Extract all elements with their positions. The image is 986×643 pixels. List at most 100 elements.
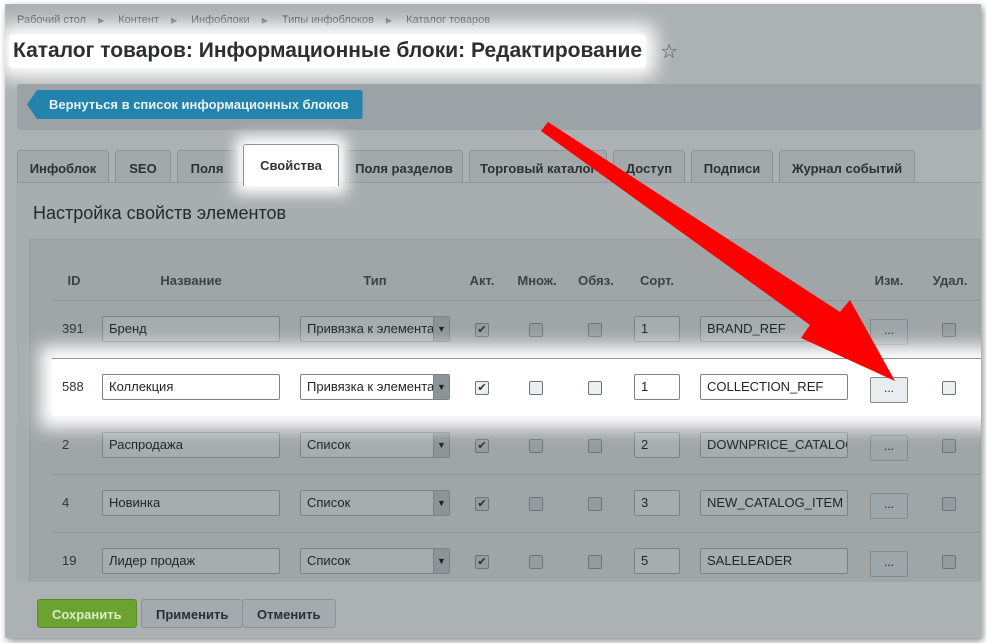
edit-property-button[interactable]: ...	[870, 319, 908, 345]
table-row: 391 Бренд Привязка к элементам ▼ ✔ 1 BRAND_REF…	[52, 300, 981, 358]
property-type-select[interactable]: Список ▼	[300, 548, 450, 574]
column-header-name: Название	[160, 273, 222, 288]
tab-5[interactable]: Торговый каталог	[469, 150, 607, 186]
active-checkbox[interactable]: ✔	[475, 497, 489, 511]
code-input[interactable]: NEW_CATALOG_ITEM	[700, 490, 848, 516]
check-icon: ✔	[477, 382, 487, 394]
breadcrumb-item[interactable]: Инфоблоки	[191, 14, 250, 26]
active-checkbox[interactable]: ✔	[475, 555, 489, 569]
row-id: 588	[62, 379, 84, 394]
sort-input[interactable]: 1	[634, 316, 680, 342]
code-input[interactable]: SALELEADER	[700, 548, 848, 574]
delete-checkbox[interactable]	[942, 439, 956, 453]
property-name-input[interactable]: Распродажа	[102, 432, 280, 458]
edit-property-button[interactable]: ...	[870, 493, 908, 519]
delete-checkbox[interactable]	[942, 497, 956, 511]
chevron-down-icon[interactable]: ▼	[433, 549, 449, 573]
tab-content: Настройка свойств элементов ID Название …	[17, 182, 981, 583]
save-button[interactable]: Сохранить	[37, 599, 137, 628]
active-checkbox[interactable]: ✔	[475, 323, 489, 337]
active-checkbox[interactable]: ✔	[475, 381, 489, 395]
multiple-checkbox[interactable]	[529, 381, 543, 395]
check-icon: ✔	[477, 556, 487, 568]
cancel-button[interactable]: Отменить	[242, 599, 336, 628]
tab-1[interactable]: SEO	[115, 150, 171, 186]
active-checkbox[interactable]: ✔	[475, 439, 489, 453]
required-checkbox[interactable]	[588, 555, 602, 569]
sort-input[interactable]: 2	[634, 432, 680, 458]
chevron-down-icon[interactable]: ▼	[433, 375, 449, 399]
row-id: 4	[62, 495, 70, 510]
breadcrumb-item[interactable]: Контент	[118, 14, 159, 26]
column-header-multiple: Множ.	[517, 273, 557, 288]
multiple-checkbox[interactable]	[529, 439, 543, 453]
check-icon: ✔	[477, 440, 487, 452]
multiple-checkbox[interactable]	[529, 323, 543, 337]
sort-input[interactable]: 1	[634, 374, 680, 400]
sort-input[interactable]: 3	[634, 490, 680, 516]
property-name-input[interactable]: Новинка	[102, 490, 280, 516]
table-row: 588 Коллекция Привязка к элементам ▼ ✔ 1 COLLE…	[52, 358, 981, 416]
check-icon: ✔	[477, 498, 487, 510]
tab-7[interactable]: Подписи	[691, 150, 773, 186]
breadcrumb-item[interactable]: Типы инфоблоков	[282, 14, 374, 26]
property-type-select[interactable]: Привязка к элементам ▼	[300, 316, 450, 342]
edit-property-button[interactable]: ...	[870, 377, 908, 403]
property-type-select[interactable]: Список ▼	[300, 490, 450, 516]
row-id: 391	[62, 321, 84, 336]
column-header-id: ID	[67, 273, 81, 288]
edit-property-button[interactable]: ...	[870, 551, 908, 577]
multiple-checkbox[interactable]	[529, 497, 543, 511]
edit-property-button[interactable]: ...	[870, 435, 908, 461]
chevron-down-icon[interactable]: ▼	[433, 491, 449, 515]
column-header-delete: Удал.	[932, 273, 968, 288]
star-icon[interactable]: ☆	[660, 39, 678, 64]
property-name-input[interactable]: Лидер продаж	[102, 548, 280, 574]
breadcrumb-item[interactable]: Каталог товаров	[406, 14, 490, 26]
chevron-down-icon[interactable]: ▼	[433, 433, 449, 457]
column-header-sort: Сорт.	[640, 273, 674, 288]
tab-4[interactable]: Поля разделов	[345, 150, 463, 186]
properties-table: ID Название Тип Акт. Множ. Обяз. Сорт. К…	[52, 260, 981, 590]
multiple-checkbox[interactable]	[529, 555, 543, 569]
code-input[interactable]: COLLECTION_REF	[700, 374, 848, 400]
row-id: 19	[62, 553, 77, 568]
section-title: Настройка свойств элементов	[33, 203, 287, 223]
code-input[interactable]: DOWNPRICE_CATALOG_ITEM	[700, 432, 848, 458]
property-name-input[interactable]: Бренд	[102, 316, 280, 342]
code-input[interactable]: BRAND_REF	[700, 316, 848, 342]
tab-3[interactable]: Свойства	[243, 144, 339, 186]
tab-6[interactable]: Доступ	[613, 150, 685, 186]
breadcrumb-item[interactable]: Рабочий стол	[17, 14, 86, 26]
delete-checkbox[interactable]	[942, 323, 956, 337]
property-type-select[interactable]: Список ▼	[300, 432, 450, 458]
column-header-code: Код	[762, 273, 786, 288]
tab-bar: Инфоблок SEO Поля Свойства Поля разделов Торг…	[17, 144, 921, 186]
chevron-right-icon: ▶	[385, 16, 393, 25]
property-type-value: Список	[307, 437, 351, 452]
chevron-right-icon: ▶	[261, 16, 268, 25]
sort-input[interactable]: 5	[634, 548, 680, 574]
apply-button[interactable]: Применить	[141, 599, 244, 628]
required-checkbox[interactable]	[588, 497, 602, 511]
chevron-down-icon[interactable]: ▼	[433, 317, 449, 341]
row-id: 2	[62, 437, 70, 452]
required-checkbox[interactable]	[588, 439, 602, 453]
property-type-select[interactable]: Привязка к элементам ▼	[300, 374, 450, 400]
breadcrumb: Рабочий стол ▶ Контент ▶ Инфоблоки ▶ Типы инфо…	[17, 14, 496, 26]
property-name-input[interactable]: Коллекция	[102, 374, 280, 400]
delete-checkbox[interactable]	[942, 555, 956, 569]
page-title: Каталог товаров: Информационные блоки: Р…	[9, 34, 647, 68]
required-checkbox[interactable]	[588, 323, 602, 337]
property-type-value: Список	[307, 495, 351, 510]
tab-0[interactable]: Инфоблок	[17, 150, 109, 186]
tab-2[interactable]: Поля	[177, 150, 237, 186]
action-bar: Вернуться в список информационных блоков	[17, 84, 981, 130]
required-checkbox[interactable]	[588, 381, 602, 395]
tab-8[interactable]: Журнал событий	[779, 150, 915, 186]
column-header-type: Тип	[363, 273, 387, 288]
property-type-value: Привязка к элементам	[307, 379, 444, 394]
admin-window: Рабочий стол ▶ Контент ▶ Инфоблоки ▶ Типы инфо…	[5, 4, 981, 638]
delete-checkbox[interactable]	[942, 381, 956, 395]
back-to-list-button[interactable]: Вернуться в список информационных блоков	[27, 90, 363, 119]
